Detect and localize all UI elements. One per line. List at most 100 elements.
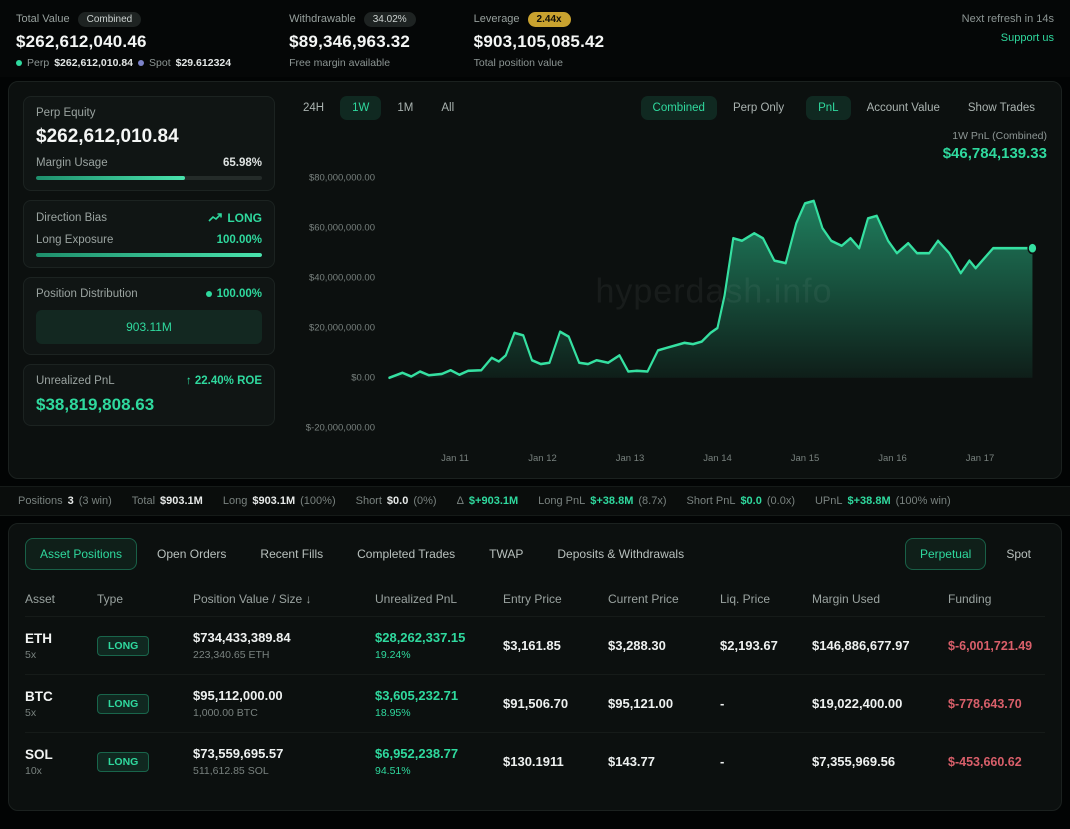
spot-dot-icon bbox=[138, 60, 144, 66]
cell-unrealized-pnl: $3,605,232.7118.95% bbox=[375, 688, 503, 719]
summary-: Δ$+903.1M bbox=[457, 495, 519, 507]
summary-short: Short$0.0(0%) bbox=[356, 495, 437, 507]
col-position-value-size[interactable]: Position Value / Size ↓ bbox=[193, 592, 375, 606]
col-current-price: Current Price bbox=[608, 592, 720, 606]
col-type: Type bbox=[97, 592, 193, 606]
perp-equity-value: $262,612,010.84 bbox=[36, 126, 262, 148]
leverage-amount: $903,105,085.42 bbox=[474, 32, 605, 52]
x-tick-label: Jan 14 bbox=[703, 453, 732, 464]
x-tick-label: Jan 16 bbox=[878, 453, 907, 464]
roe-value: ↑ 22.40% ROE bbox=[186, 375, 262, 387]
view-show-trades[interactable]: Show Trades bbox=[956, 96, 1047, 120]
refresh-countdown: Next refresh in 14s bbox=[962, 10, 1054, 29]
x-tick-label: Jan 11 bbox=[441, 453, 469, 464]
summary-positions: Positions3(3 win) bbox=[18, 495, 112, 507]
combined-badge: Combined bbox=[78, 12, 142, 27]
spot-value: $29.612324 bbox=[176, 57, 231, 69]
time-range-group: 24H1W1MAll bbox=[291, 96, 466, 120]
view-pnl[interactable]: PnL bbox=[806, 96, 850, 120]
table-row-sol[interactable]: SOL10xLONG$73,559,695.57511,612.85 SOL$6… bbox=[25, 732, 1045, 790]
positions-summary-strip: Positions3(3 win) Total$903.1M Long$903.1M… bbox=[0, 486, 1070, 516]
summary-long: Long$903.1M(100%) bbox=[223, 495, 336, 507]
y-tick-label: $60,000,000.00 bbox=[309, 223, 375, 234]
market-perpetual[interactable]: Perpetual bbox=[905, 538, 986, 570]
withdrawable-amount: $89,346,963.32 bbox=[289, 32, 416, 52]
view-toggle-group: PnLAccount ValueShow Trades bbox=[806, 96, 1047, 120]
total-value-label: Total Value bbox=[16, 13, 70, 25]
perp-equity-label: Perp Equity bbox=[36, 107, 262, 119]
cell-current-price: $143.77 bbox=[608, 754, 720, 769]
margin-usage-label: Margin Usage bbox=[36, 157, 108, 169]
table-row-btc[interactable]: BTC5xLONG$95,112,000.001,000.00 BTC$3,60… bbox=[25, 674, 1045, 732]
cell-funding: $-453,660.62 bbox=[948, 755, 1045, 769]
support-us-link[interactable]: Support us bbox=[962, 29, 1054, 48]
cell-position-value: $95,112,000.001,000.00 BTC bbox=[193, 688, 375, 719]
range-all[interactable]: All bbox=[429, 96, 466, 120]
cell-liq-price: $2,193.67 bbox=[720, 638, 812, 653]
tab-deposits-withdrawals[interactable]: Deposits & Withdrawals bbox=[543, 539, 698, 569]
x-tick-label: Jan 17 bbox=[966, 453, 995, 464]
col-asset: Asset bbox=[25, 592, 97, 606]
tab-recent-fills[interactable]: Recent Fills bbox=[246, 539, 337, 569]
view-account-value[interactable]: Account Value bbox=[855, 96, 952, 120]
unrealized-pnl-label: Unrealized PnL bbox=[36, 375, 115, 387]
cell-funding: $-778,643.70 bbox=[948, 697, 1045, 711]
tab-open-orders[interactable]: Open Orders bbox=[143, 539, 240, 569]
withdrawable-label: Withdrawable bbox=[289, 13, 356, 25]
cell-asset: ETH5x bbox=[25, 631, 97, 661]
range-1m[interactable]: 1M bbox=[385, 96, 425, 120]
table-header-row: AssetTypePosition Value / Size ↓Unrealiz… bbox=[25, 586, 1045, 616]
pnl-area-chart bbox=[385, 166, 1043, 440]
range-24h[interactable]: 24H bbox=[291, 96, 336, 120]
x-tick-label: Jan 13 bbox=[616, 453, 645, 464]
col-funding: Funding bbox=[948, 592, 1045, 606]
mode-perp-only[interactable]: Perp Only bbox=[721, 96, 796, 120]
col-liq-price: Liq. Price bbox=[720, 592, 812, 606]
cell-unrealized-pnl: $6,952,238.7794.51% bbox=[375, 746, 503, 777]
cell-funding: $-6,001,721.49 bbox=[948, 639, 1045, 653]
long-exposure-value: 100.00% bbox=[217, 234, 262, 246]
y-tick-label: $0.00 bbox=[351, 372, 375, 383]
summary-total: Total$903.1M bbox=[132, 495, 203, 507]
cell-margin-used: $146,886,677.97 bbox=[812, 638, 948, 653]
table-row-eth[interactable]: ETH5xLONG$734,433,389.84223,340.65 ETH$2… bbox=[25, 616, 1045, 674]
cell-asset: BTC5x bbox=[25, 689, 97, 719]
cell-position-value: $734,433,389.84223,340.65 ETH bbox=[193, 630, 375, 661]
trend-up-icon bbox=[208, 213, 222, 223]
unrealized-pnl-value: $38,819,808.63 bbox=[36, 395, 262, 415]
cell-margin-used: $7,355,969.56 bbox=[812, 754, 948, 769]
chart-endpoint-dot bbox=[1028, 243, 1037, 253]
perp-value: $262,612,010.84 bbox=[54, 57, 133, 69]
unrealized-pnl-card: Unrealized PnL ↑ 22.40% ROE $38,819,808.… bbox=[23, 364, 275, 426]
direction-bias-value: LONG bbox=[227, 211, 262, 225]
positions-panel: Asset PositionsOpen OrdersRecent FillsCo… bbox=[8, 523, 1062, 811]
long-dot-icon bbox=[206, 291, 212, 297]
tab-completed-trades[interactable]: Completed Trades bbox=[343, 539, 469, 569]
pnl-chart[interactable]: $80,000,000.00$60,000,000.00$40,000,000.… bbox=[291, 166, 1047, 464]
y-tick-label: $-20,000,000.00 bbox=[306, 422, 375, 433]
cell-type: LONG bbox=[97, 752, 193, 772]
leverage-stat: Leverage 2.44x $903,105,085.42 Total pos… bbox=[474, 10, 605, 69]
col-margin-used: Margin Used bbox=[812, 592, 948, 606]
perp-equity-card: Perp Equity $262,612,010.84 Margin Usage… bbox=[23, 96, 275, 191]
cell-type: LONG bbox=[97, 694, 193, 714]
position-distribution-label: Position Distribution bbox=[36, 288, 138, 300]
withdrawable-stat: Withdrawable 34.02% $89,346,963.32 Free … bbox=[289, 10, 416, 69]
leverage-sub: Total position value bbox=[474, 57, 563, 69]
leverage-label: Leverage bbox=[474, 13, 520, 25]
withdrawable-sub: Free margin available bbox=[289, 57, 390, 69]
cell-current-price: $3,288.30 bbox=[608, 638, 720, 653]
cell-liq-price: - bbox=[720, 754, 812, 769]
tab-asset-positions[interactable]: Asset Positions bbox=[25, 538, 137, 570]
total-value-stat: Total Value Combined $262,612,040.46 Per… bbox=[16, 10, 231, 69]
market-spot[interactable]: Spot bbox=[992, 539, 1045, 569]
range-1w[interactable]: 1W bbox=[340, 96, 381, 120]
top-stats-bar: Total Value Combined $262,612,040.46 Per… bbox=[0, 0, 1070, 77]
tab-twap[interactable]: TWAP bbox=[475, 539, 537, 569]
mode-combined[interactable]: Combined bbox=[641, 96, 717, 120]
distribution-bar-label: 903.11M bbox=[126, 320, 172, 334]
total-value-amount: $262,612,040.46 bbox=[16, 32, 231, 52]
position-distribution-pct: 100.00% bbox=[217, 288, 262, 300]
perp-dot-icon bbox=[16, 60, 22, 66]
x-tick-label: Jan 15 bbox=[791, 453, 820, 464]
